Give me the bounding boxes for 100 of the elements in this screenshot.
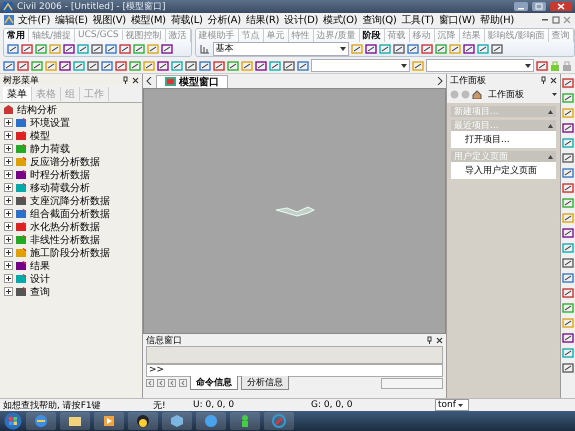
tool-icon[interactable]: [269, 60, 281, 72]
tool-icon[interactable]: [21, 42, 33, 54]
tool-icon[interactable]: [562, 212, 574, 224]
tool-icon[interactable]: [562, 77, 574, 89]
tool-icon[interactable]: [562, 272, 574, 284]
menu-item[interactable]: 窗口(W): [436, 13, 478, 27]
tool-icon[interactable]: [129, 60, 141, 72]
tool-icon[interactable]: [255, 60, 267, 72]
menu-item[interactable]: 帮助(H): [478, 13, 516, 27]
tool-icon[interactable]: [434, 42, 447, 54]
menu-item[interactable]: 分析(A): [206, 13, 243, 27]
menu-item[interactable]: 工具(T): [399, 13, 436, 27]
menu-item[interactable]: 荷载(L): [168, 13, 205, 27]
tool-icon[interactable]: [562, 122, 574, 134]
tool-icon[interactable]: [119, 42, 131, 54]
tree-item[interactable]: 结构分析: [17, 102, 57, 116]
tool-icon[interactable]: [241, 60, 253, 72]
tool-icon[interactable]: [105, 42, 117, 54]
expand-icon[interactable]: [4, 235, 13, 244]
tool-icon[interactable]: [31, 60, 43, 72]
tool-icon[interactable]: [562, 317, 574, 329]
ribbon-tab[interactable]: 查询: [548, 28, 574, 42]
close-icon[interactable]: [550, 76, 557, 84]
tool-icon[interactable]: [420, 42, 433, 54]
tree-item[interactable]: 支座沉降分析数据: [30, 194, 110, 208]
taskbar-button[interactable]: [128, 412, 158, 430]
menu-item[interactable]: 文件(F): [16, 13, 52, 27]
scrollbar[interactable]: [381, 378, 443, 388]
tool-icon[interactable]: [59, 60, 71, 72]
tool-icon[interactable]: [133, 42, 145, 54]
tree-item[interactable]: 反应谱分析数据: [30, 154, 100, 168]
command-field[interactable]: >>: [146, 364, 443, 377]
expand-icon[interactable]: [4, 118, 13, 127]
tool-icon[interactable]: [77, 42, 89, 54]
tree-item[interactable]: 非线性分析数据: [30, 232, 100, 246]
tool-icon[interactable]: [562, 137, 574, 149]
taskbar-button[interactable]: [60, 412, 90, 430]
taskbar-button[interactable]: [94, 412, 124, 430]
tool-icon[interactable]: [73, 60, 85, 72]
tool-icon[interactable]: [3, 60, 15, 72]
nav-icon[interactable]: [146, 379, 154, 387]
collapse-icon[interactable]: [548, 110, 553, 114]
tool-icon[interactable]: [392, 42, 405, 54]
tool-icon[interactable]: [199, 60, 211, 72]
tree-item[interactable]: 水化热分析数据: [30, 220, 100, 234]
tool-icon[interactable]: [378, 42, 391, 54]
tool-icon[interactable]: [562, 257, 574, 269]
tool-icon[interactable]: [562, 152, 574, 164]
tool-icon[interactable]: [213, 60, 225, 72]
expand-icon[interactable]: [4, 209, 13, 218]
tool-icon[interactable]: [448, 42, 461, 54]
tree-item[interactable]: 静力荷载: [30, 142, 70, 156]
expand-icon[interactable]: [4, 274, 13, 283]
maximize-icon[interactable]: [532, 2, 546, 11]
close-icon[interactable]: [436, 336, 443, 344]
expand-icon[interactable]: [4, 261, 13, 270]
panel-tab[interactable]: 菜单: [3, 87, 32, 101]
menu-item[interactable]: 视图(V): [90, 13, 128, 27]
panel-link[interactable]: 打开项目...: [451, 131, 556, 148]
tool-icon[interactable]: [17, 60, 29, 72]
tool-icon[interactable]: [536, 60, 548, 72]
tool-icon[interactable]: [171, 60, 183, 72]
tool-icon[interactable]: [297, 60, 309, 72]
tool-icon[interactable]: [562, 182, 574, 194]
grid-icon[interactable]: [198, 42, 211, 54]
tree-item[interactable]: 模型: [30, 128, 50, 142]
ribbon-tab[interactable]: 阶段: [360, 28, 385, 42]
tool-icon[interactable]: [63, 42, 75, 54]
menu-item[interactable]: 查询(Q): [360, 13, 398, 27]
taskbar-button[interactable]: [26, 412, 56, 430]
close-icon[interactable]: [132, 76, 139, 84]
expand-icon[interactable]: [4, 131, 13, 140]
tool-icon[interactable]: [412, 60, 424, 72]
expand-icon[interactable]: [4, 183, 13, 192]
info-tab[interactable]: 命令信息: [190, 376, 238, 390]
tool-icon[interactable]: [161, 42, 173, 54]
tree-item[interactable]: 查询: [30, 284, 50, 298]
tool-icon[interactable]: [562, 347, 574, 359]
pin-icon[interactable]: [426, 336, 433, 344]
tool-icon[interactable]: [185, 60, 197, 72]
tool-icon[interactable]: [462, 42, 475, 54]
minimize-icon[interactable]: [514, 2, 528, 11]
expand-icon[interactable]: [4, 157, 13, 166]
expand-icon[interactable]: [4, 222, 13, 231]
tool-icon[interactable]: [562, 197, 574, 209]
tool-icon[interactable]: [562, 362, 574, 374]
tree-item[interactable]: 施工阶段分析数据: [30, 246, 110, 260]
expand-icon[interactable]: [4, 170, 13, 179]
tool-icon[interactable]: [283, 60, 295, 72]
scroll-left-icon[interactable]: [146, 77, 152, 85]
nav-icon[interactable]: [179, 379, 187, 387]
ribbon-tab[interactable]: 常用: [4, 28, 29, 42]
tool-icon[interactable]: [562, 242, 574, 254]
tool-icon[interactable]: [562, 167, 574, 179]
nav-icon[interactable]: [168, 379, 176, 387]
tool-icon[interactable]: [406, 42, 419, 54]
tool-icon[interactable]: [350, 42, 363, 54]
tool-icon[interactable]: [101, 60, 113, 72]
expand-icon[interactable]: [4, 144, 13, 153]
unit-dropdown[interactable]: tonf: [435, 399, 469, 411]
